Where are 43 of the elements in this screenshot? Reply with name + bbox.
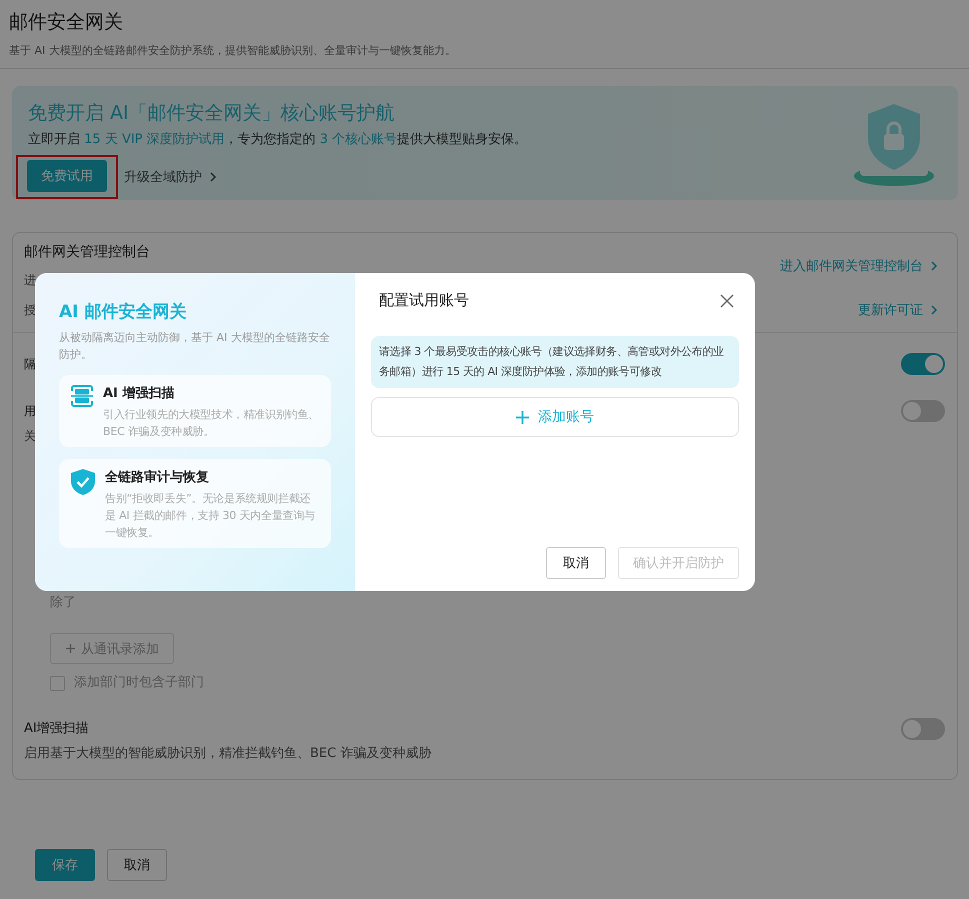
notice-text: 请选择 3 个最易受攻击的核心账号（建议选择财务、高管或对外公布的业务邮箱）进行 15 天的 AI 深度防护体验，添加的账号可修改: [371, 336, 739, 388]
feature-title: AI 增强扫描: [103, 385, 176, 402]
partial-label: 进: [24, 272, 37, 289]
partial-label: 隔: [24, 356, 36, 373]
close-icon[interactable]: [720, 294, 734, 308]
exclusion-label: 除了: [50, 594, 77, 612]
dialog-side-title: AI 邮件安全网关: [59, 301, 188, 323]
chevron-right-icon: [929, 260, 939, 272]
toggle-switch[interactable]: [901, 353, 945, 375]
plus-icon: [65, 643, 76, 654]
page-subtitle: 基于 AI 大模型的全链路邮件安全防护系统，提供智能威胁识别、全量审计与一键恢复能力。: [9, 43, 457, 58]
upgrade-link[interactable]: 升级全域防护: [124, 168, 218, 186]
dialog-side-subtitle: 从被动隔离迈向主动防御，基于 AI 大模型的全链路安全防护。: [59, 330, 331, 363]
dialog-title: 配置试用账号: [379, 291, 469, 310]
banner-subtitle: 立即开启 15 天 VIP 深度防护试用，专为您指定的 3 个核心账号提供大模型贴身安保。: [28, 131, 528, 148]
feature-title: 全链路审计与恢复: [105, 468, 210, 486]
save-button[interactable]: 保存: [35, 849, 95, 881]
setting-description: 启用基于大模型的智能威胁识别，精准拦截钓鱼、BEC 诈骗及变种威胁: [24, 745, 432, 763]
plus-icon: [516, 410, 529, 424]
page-title: 邮件安全网关: [9, 10, 124, 35]
feature-description: 告别“拒收即丢失”。无论是系统规则拦截还是 AI 拦截的邮件，支持 30 天内全量查询与一键恢复。: [105, 491, 316, 541]
add-from-contacts-button[interactable]: 从通讯录添加: [50, 633, 174, 664]
setting-label: AI增强扫描: [24, 720, 90, 738]
chevron-right-icon: [208, 171, 218, 183]
partial-description: 关: [24, 428, 36, 445]
partial-label: 授: [24, 302, 36, 319]
banner-title: 免费开启 AI「邮件安全网关」核心账号护航: [28, 101, 396, 126]
feature-description: 引入行业领先的大模型技术，精准识别钓鱼、BEC 诈骗及变种威胁。: [103, 407, 320, 440]
renew-license-link[interactable]: 更新许可证: [858, 301, 939, 319]
toggle-switch[interactable]: [901, 400, 945, 422]
cancel-button[interactable]: 取消: [546, 547, 606, 579]
scan-icon: [70, 384, 94, 408]
checkbox-label: 添加部门时包含子部门: [74, 674, 204, 692]
partial-label: 用: [24, 403, 36, 420]
section-title: 邮件网关管理控制台: [24, 243, 150, 262]
toggle-switch[interactable]: [901, 718, 945, 740]
checkbox[interactable]: [50, 676, 65, 690]
shield-check-icon: [70, 468, 96, 496]
chevron-right-icon: [929, 304, 939, 316]
cancel-button[interactable]: 取消: [107, 849, 167, 881]
add-account-button[interactable]: 添加账号: [371, 397, 739, 437]
free-trial-button[interactable]: 免费试用: [27, 160, 107, 192]
console-link[interactable]: 进入邮件网关管理控制台: [780, 257, 939, 275]
